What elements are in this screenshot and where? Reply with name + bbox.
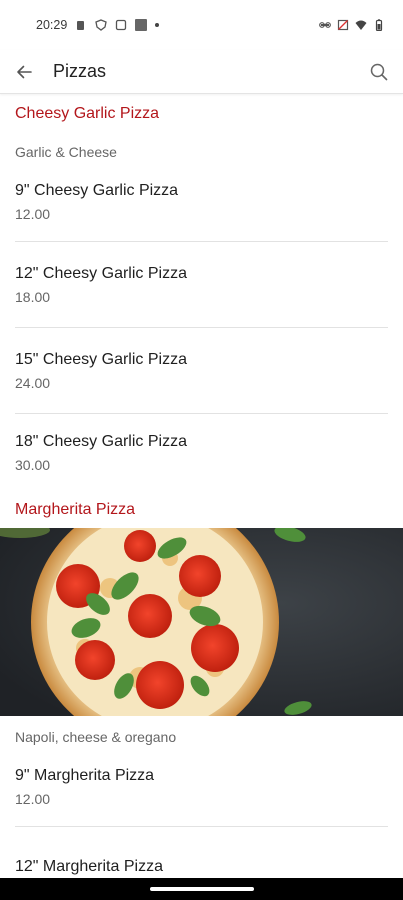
section-description: Napoli, cheese & oregano bbox=[15, 729, 177, 745]
item-price: 18.00 bbox=[15, 288, 51, 305]
section-title: Cheesy Garlic Pizza bbox=[15, 105, 160, 122]
gesture-navigation-bar bbox=[0, 878, 403, 900]
section-margherita: Margherita Pizza Napoli, cheese & oregan… bbox=[0, 492, 403, 878]
more-notifications-icon bbox=[155, 23, 160, 27]
item-name: 12" Cheesy Garlic Pizza bbox=[15, 264, 187, 282]
app-bar: Pizzas bbox=[0, 50, 403, 94]
item-price: 30.00 bbox=[15, 457, 51, 473]
section-cheesy-garlic: Cheesy Garlic Pizza Garlic & Cheese 9" C… bbox=[0, 94, 403, 492]
arrow-back-icon bbox=[17, 65, 32, 78]
status-bar: 20:29 bbox=[0, 0, 403, 50]
section-description: Garlic & Cheese bbox=[15, 144, 117, 160]
battery-icon bbox=[375, 19, 383, 31]
search-icon bbox=[370, 63, 388, 80]
list-item[interactable]: 12" Margherita Pizza bbox=[0, 827, 403, 878]
wifi-icon bbox=[355, 20, 367, 30]
list-item[interactable]: 9" Cheesy Garlic Pizza 12.00 bbox=[0, 163, 403, 241]
item-name: 9" Margherita Pizza bbox=[15, 767, 155, 784]
list-item[interactable]: 9" Margherita Pizza 12.00 bbox=[0, 748, 403, 826]
list-item[interactable]: 15" Cheesy Garlic Pizza 24.00 bbox=[0, 328, 403, 413]
app-icon bbox=[135, 19, 148, 31]
link-icon bbox=[319, 22, 331, 28]
item-name: 15" Cheesy Garlic Pizza bbox=[15, 350, 187, 368]
item-price: 24.00 bbox=[15, 374, 51, 391]
home-handle[interactable] bbox=[149, 887, 254, 891]
back-button[interactable] bbox=[0, 50, 48, 94]
screenshot-icon bbox=[116, 19, 127, 31]
search-button[interactable] bbox=[355, 50, 403, 94]
section-title: Margherita Pizza bbox=[15, 501, 136, 518]
list-item[interactable]: 18" Cheesy Garlic Pizza 30.00 bbox=[0, 414, 403, 492]
margherita-pizza-image bbox=[0, 528, 403, 716]
page-title: Pizzas bbox=[53, 61, 107, 81]
item-name: 18" Cheesy Garlic Pizza bbox=[15, 433, 187, 450]
item-price: 12.00 bbox=[15, 206, 51, 222]
pizza-illustration bbox=[0, 528, 403, 716]
notification-icon bbox=[77, 21, 85, 30]
item-price: 12.00 bbox=[15, 791, 51, 807]
shield-icon bbox=[95, 19, 108, 31]
status-time: 20:29 bbox=[36, 18, 68, 32]
list-item[interactable]: 12" Cheesy Garlic Pizza 18.00 bbox=[0, 242, 403, 327]
item-name: 12" Margherita Pizza bbox=[15, 857, 163, 875]
no-sim-icon bbox=[337, 19, 349, 31]
menu-list[interactable]: Cheesy Garlic Pizza Garlic & Cheese 9" C… bbox=[0, 94, 403, 878]
item-name: 9" Cheesy Garlic Pizza bbox=[15, 182, 179, 199]
